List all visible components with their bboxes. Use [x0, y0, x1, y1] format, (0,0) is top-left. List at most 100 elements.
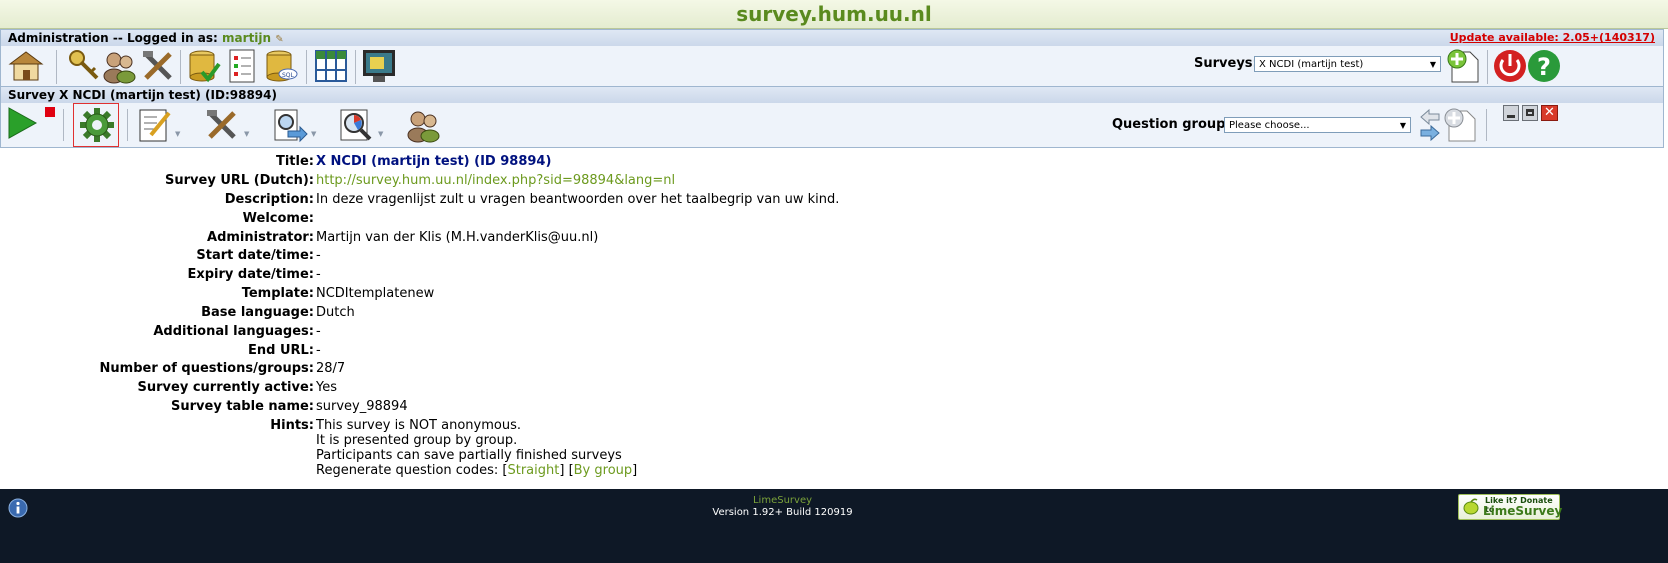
survey-title-row: Survey X NCDI (martijn test) (ID:98894)	[1, 87, 1663, 103]
tools-icon[interactable]	[204, 107, 240, 143]
export-search-icon[interactable]	[272, 107, 308, 143]
chevron-down-icon[interactable]: ▼	[175, 130, 180, 138]
edit-pencil-icon[interactable]: ✎	[275, 34, 283, 45]
users-icon[interactable]	[102, 48, 138, 84]
detail-label: Welcome:	[242, 211, 314, 226]
detail-label: Hints:	[270, 418, 314, 433]
question-groups-label: Question groups:	[1112, 117, 1239, 132]
regenerate-by-group-link[interactable]: By group	[574, 463, 633, 478]
admin-username[interactable]: martijn	[222, 31, 271, 45]
surveys-select[interactable]: X NCDI (martijn test) ▼	[1254, 56, 1441, 72]
detail-value: Yes	[316, 380, 337, 395]
question-groups-select-value: Please choose...	[1229, 120, 1310, 131]
detail-value: survey_98894	[316, 399, 408, 414]
activate-play-icon[interactable]	[6, 106, 38, 140]
display-icon[interactable]	[361, 48, 397, 84]
detail-label: Administrator:	[207, 230, 314, 245]
detail-label: End URL:	[247, 343, 314, 358]
chevron-down-icon: ▼	[1399, 121, 1406, 130]
donate-line2: LimeSurvey	[1483, 504, 1563, 518]
prev-next-arrows-icon[interactable]	[1419, 107, 1441, 143]
detail-label: Survey table name:	[171, 399, 314, 414]
survey-title: Survey X NCDI (martijn test) (ID:98894)	[8, 88, 277, 102]
responses-search-icon[interactable]	[338, 107, 374, 143]
chevron-down-icon[interactable]: ▼	[378, 130, 383, 138]
detail-row-survey-url: Survey URL (Dutch): http://survey.hum.uu…	[0, 173, 1668, 192]
detail-row-template: Template: NCDItemplatenew	[0, 286, 1668, 305]
donate-badge[interactable]: Like it? Donate to LimeSurvey	[1458, 494, 1563, 520]
detail-label: Number of questions/groups:	[99, 361, 314, 376]
tools-icon[interactable]	[140, 48, 176, 84]
detail-row-active: Survey currently active: Yes	[0, 380, 1668, 399]
detail-label: Template:	[241, 286, 314, 301]
logout-power-icon[interactable]	[1492, 48, 1528, 84]
db-check-icon[interactable]	[186, 48, 222, 84]
settings-gear-icon[interactable]	[79, 107, 115, 143]
detail-row-table-name: Survey table name: survey_98894	[0, 399, 1668, 418]
minimize-icon[interactable]	[1503, 105, 1519, 121]
detail-row-question-count: Number of questions/groups: 28/7	[0, 361, 1668, 380]
separator	[1486, 109, 1487, 141]
detail-row-expiry-date: Expiry date/time: -	[0, 267, 1668, 286]
detail-value: -	[316, 267, 321, 282]
regenerate-mid: ] [	[559, 463, 574, 478]
hint-line: Participants can save partially finished…	[316, 448, 622, 463]
footer: LimeSurvey Version 1.92+ Build 120919 Li…	[0, 489, 1668, 563]
surveys-select-value: X NCDI (martijn test)	[1259, 59, 1364, 70]
key-icon[interactable]	[67, 48, 103, 84]
detail-label: Survey currently active:	[137, 380, 314, 395]
svg-text:SQL: SQL	[282, 72, 295, 79]
edit-document-icon[interactable]	[137, 107, 173, 143]
maximize-icon[interactable]	[1522, 105, 1538, 121]
grid-icon[interactable]	[313, 48, 349, 84]
separator	[180, 50, 181, 84]
survey-url-link[interactable]: http://survey.hum.uu.nl/index.php?sid=98…	[316, 173, 675, 188]
detail-row-additional-languages: Additional languages: -	[0, 324, 1668, 343]
regenerate-straight-link[interactable]: Straight	[507, 463, 559, 478]
question-groups-select[interactable]: Please choose... ▼	[1224, 117, 1411, 133]
chevron-down-icon[interactable]: ▼	[244, 130, 249, 138]
detail-row-start-date: Start date/time: -	[0, 248, 1668, 267]
footer-version: Version 1.92+ Build 120919	[712, 507, 853, 518]
admin-title-row: Administration -- Logged in as: martijn …	[1, 30, 1663, 46]
chevron-down-icon: ▼	[1429, 60, 1436, 69]
add-survey-icon[interactable]	[1446, 48, 1482, 84]
sql-icon[interactable]: SQL	[263, 48, 299, 84]
detail-label: Expiry date/time:	[187, 267, 314, 282]
detail-label: Title:	[275, 154, 314, 169]
detail-row-end-url: End URL: -	[0, 343, 1668, 362]
separator	[1487, 50, 1488, 84]
site-title: survey.hum.uu.nl	[736, 2, 932, 26]
chevron-down-icon[interactable]: ▼	[311, 130, 316, 138]
svg-text:?: ?	[1537, 53, 1551, 81]
detail-row-base-language: Base language: Dutch	[0, 305, 1668, 324]
detail-row-hints: Hints: This survey is NOT anonymous. It …	[0, 418, 1668, 482]
update-available-link[interactable]: Update available: 2.05+(140317)	[1450, 30, 1655, 46]
separator	[306, 50, 307, 84]
admin-title: Administration -- Logged in as: martijn …	[8, 30, 284, 48]
detail-row-welcome: Welcome:	[0, 211, 1668, 230]
detail-value: Martijn van der Klis (M.H.vanderKlis@uu.…	[316, 230, 599, 245]
detail-row-description: Description: In deze vragenlijst zult u …	[0, 192, 1668, 211]
detail-value: -	[316, 324, 321, 339]
checklist-icon[interactable]	[225, 48, 261, 84]
add-question-group-icon[interactable]	[1443, 107, 1479, 143]
close-icon[interactable]: ✕	[1541, 105, 1558, 121]
hint-line: This survey is NOT anonymous.	[316, 418, 521, 433]
regenerate-prefix: Regenerate question codes: [	[316, 463, 508, 478]
lime-icon	[1463, 498, 1479, 515]
hints-list: This survey is NOT anonymous. It is pres…	[316, 418, 637, 478]
survey-toolbar: Survey X NCDI (martijn test) (ID:98894) …	[0, 86, 1664, 148]
separator	[127, 109, 128, 141]
detail-value: NCDItemplatenew	[316, 286, 435, 301]
admin-title-prefix: Administration -- Logged in as:	[8, 31, 218, 45]
home-icon[interactable]	[8, 48, 44, 84]
participants-icon[interactable]	[406, 107, 442, 143]
surveys-label: Surveys:	[1194, 56, 1258, 71]
detail-row-title: Title: X NCDI (martijn test) (ID 98894)	[0, 154, 1668, 173]
footer-brand-link[interactable]: LimeSurvey	[0, 495, 1565, 506]
help-icon[interactable]: ?	[1526, 48, 1562, 84]
detail-label: Base language:	[201, 305, 314, 320]
stop-icon[interactable]	[45, 107, 55, 117]
detail-value: 28/7	[316, 361, 346, 376]
